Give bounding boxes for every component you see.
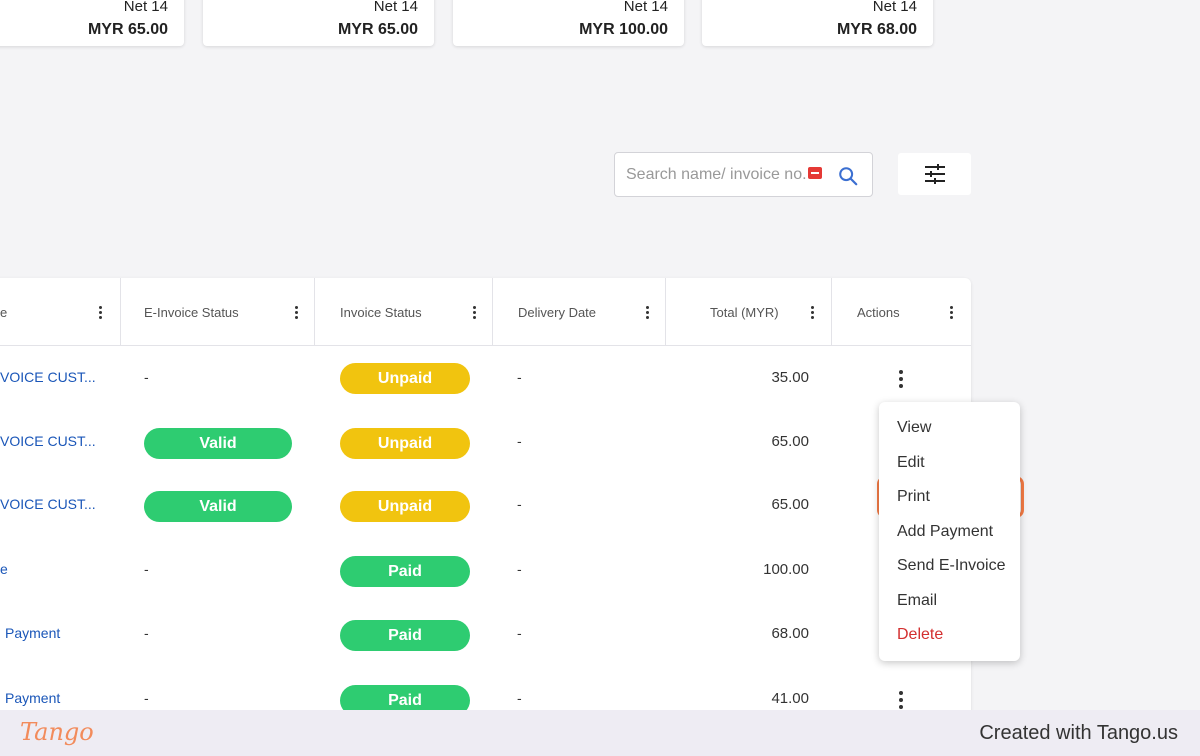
menu-item-view[interactable]: View	[897, 419, 931, 437]
card-amount: MYR 68.00	[836, 21, 917, 38]
column-menu-icon[interactable]	[950, 306, 954, 319]
card-amount: MYR 100.00	[579, 21, 668, 38]
tango-logo: Tango	[20, 718, 94, 746]
sliders-icon	[924, 164, 945, 184]
row-actions-icon[interactable]	[899, 370, 905, 390]
einvoice-status: -	[144, 369, 149, 385]
column-header-delivery-date[interactable]: Delivery Date	[493, 278, 665, 346]
total-amount: 65.00	[771, 496, 809, 513]
einvoice-status-badge: Valid	[144, 491, 292, 522]
table-row[interactable]: VOICE CUST... - Unpaid - 35.00	[0, 346, 971, 410]
keyboard-icon	[808, 167, 822, 179]
summary-card[interactable]: Net 14 MYR 65.00	[203, 0, 434, 46]
menu-item-add-payment[interactable]: Add Payment	[897, 523, 993, 541]
customer-link[interactable]: Payment	[5, 690, 60, 706]
status-badge: Paid	[340, 556, 470, 587]
search-icon[interactable]	[837, 165, 859, 187]
card-amount: MYR 65.00	[87, 21, 168, 38]
footer-credit: Created with Tango.us	[979, 722, 1178, 744]
summary-card[interactable]: Net 14 MYR 68.00	[702, 0, 933, 46]
delivery-date: -	[517, 690, 522, 706]
einvoice-status: -	[144, 561, 149, 577]
customer-link[interactable]: VOICE CUST...	[0, 496, 96, 512]
table-row[interactable]: Payment - Paid - 68.00	[0, 602, 971, 666]
table-row[interactable]: VOICE CUST... Valid Unpaid - 65.00	[0, 474, 971, 538]
delivery-date: -	[517, 433, 522, 449]
einvoice-status: -	[144, 690, 149, 706]
payment-term: Net 14	[123, 0, 168, 15]
tango-footer: Tango Created with Tango.us	[0, 710, 1200, 756]
customer-link[interactable]: Payment	[5, 625, 60, 641]
column-menu-icon[interactable]	[646, 306, 650, 319]
table-row[interactable]: VOICE CUST... Valid Unpaid - 65.00	[0, 410, 971, 474]
menu-item-print[interactable]: Print	[897, 488, 930, 506]
column-header-invoice-status[interactable]: Invoice Status	[315, 278, 492, 346]
status-badge: Unpaid	[340, 363, 470, 394]
einvoice-status: -	[144, 625, 149, 641]
delivery-date: -	[517, 496, 522, 512]
status-badge: Unpaid	[340, 491, 470, 522]
menu-item-delete[interactable]: Delete	[897, 626, 943, 644]
total-amount: 35.00	[771, 369, 809, 386]
column-menu-icon[interactable]	[99, 306, 103, 319]
status-badge: Unpaid	[340, 428, 470, 459]
table-header: e E-Invoice Status Invoice Status Delive…	[0, 278, 971, 346]
total-amount: 100.00	[763, 561, 809, 578]
status-badge: Paid	[340, 620, 470, 651]
column-menu-icon[interactable]	[473, 306, 477, 319]
total-amount: 41.00	[771, 690, 809, 707]
column-menu-icon[interactable]	[295, 306, 299, 319]
payment-term: Net 14	[623, 0, 668, 15]
einvoice-status-badge: Valid	[144, 428, 292, 459]
menu-item-email[interactable]: Email	[897, 592, 937, 610]
customer-link[interactable]: e	[0, 561, 8, 577]
filter-button[interactable]	[898, 153, 971, 195]
column-header-total[interactable]: Total (MYR)	[666, 278, 832, 346]
payment-term: Net 14	[373, 0, 418, 15]
summary-card[interactable]: Net 14 MYR 100.00	[453, 0, 684, 46]
customer-link[interactable]: VOICE CUST...	[0, 433, 96, 449]
menu-item-send-einvoice[interactable]: Send E-Invoice	[897, 557, 1006, 575]
search-input[interactable]	[626, 164, 820, 186]
total-amount: 65.00	[771, 433, 809, 450]
row-actions-icon[interactable]	[899, 691, 905, 711]
column-menu-icon[interactable]	[811, 306, 815, 319]
summary-card[interactable]: Net 14 MYR 65.00	[0, 0, 184, 46]
menu-item-edit[interactable]: Edit	[897, 454, 925, 472]
customer-link[interactable]: VOICE CUST...	[0, 369, 96, 385]
delivery-date: -	[517, 561, 522, 577]
column-header-einvoice-status[interactable]: E-Invoice Status	[121, 278, 314, 346]
delivery-date: -	[517, 625, 522, 641]
card-amount: MYR 65.00	[337, 21, 418, 38]
payment-term: Net 14	[872, 0, 917, 15]
search-box[interactable]	[614, 152, 873, 197]
invoice-table: e E-Invoice Status Invoice Status Delive…	[0, 278, 971, 728]
table-row[interactable]: e - Paid - 100.00	[0, 538, 971, 602]
delivery-date: -	[517, 369, 522, 385]
total-amount: 68.00	[771, 625, 809, 642]
actions-menu: View Edit Print Add Payment Send E-Invoi…	[879, 402, 1020, 661]
